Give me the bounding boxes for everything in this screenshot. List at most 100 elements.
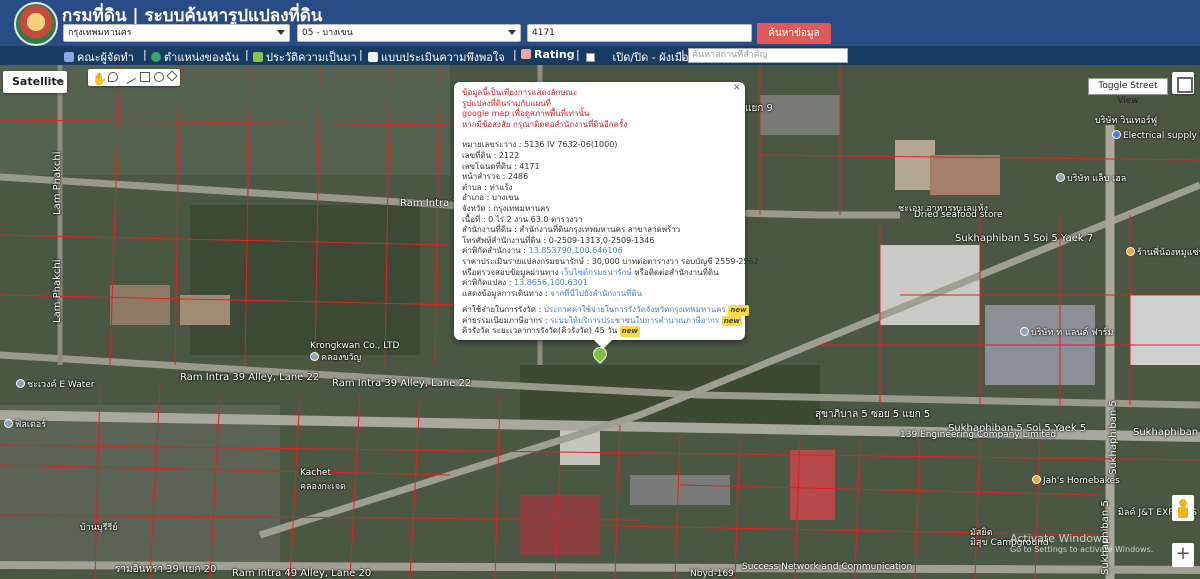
treasury-website-link[interactable]: เว็บไซต์กรมธนารักษ์ <box>561 268 632 277</box>
place-label-name: ฟิลเตอร์ <box>15 420 47 430</box>
parcel-number-input[interactable]: 4171 <box>527 24 752 42</box>
map-pin-icon <box>1020 327 1029 336</box>
road-label: Ram Intra 49 Alley, Lane 20 <box>232 568 372 579</box>
hand-icon[interactable]: ✋ <box>92 72 107 86</box>
field-value: บางเขน <box>491 193 520 203</box>
new-badge: new <box>721 315 742 327</box>
field-value: 4171 <box>519 161 540 171</box>
field-label: ตำบล <box>462 182 482 192</box>
nav-history-label: ประวัติความเป็นมา <box>266 51 357 64</box>
place-label: Kachet <box>300 468 331 478</box>
chevron-down-icon <box>508 30 516 35</box>
drawing-toolbar: ✋ <box>88 69 180 86</box>
field-deed-number: เลขโฉนดที่ดิน : 4171 <box>462 161 540 171</box>
place-label: Success Network and Communication <box>742 562 912 572</box>
map-type-button[interactable]: Satellite <box>3 71 67 93</box>
toggle-street-view-button[interactable]: Toggle Street View <box>1088 78 1168 106</box>
field-tax-fee: ค่าธรรมเนียมภาษีอากร : ระบบให้บริการประช… <box>462 315 742 327</box>
nav-team[interactable]: คณะผู้จัดทำ <box>64 48 134 66</box>
place-label: ชะเวงค์ E Water <box>16 377 95 391</box>
field-survey-fee: ค่าใช้จ่ายในการรังวัด : ประกาศค่าใช้จ่าย… <box>462 305 749 316</box>
chart-icon <box>521 49 531 59</box>
place-label-name: Dried seafood store <box>914 210 1003 220</box>
marker-tool-icon[interactable] <box>108 72 118 82</box>
city-plan-checkbox[interactable] <box>586 53 595 62</box>
map-pin-icon <box>4 419 13 428</box>
satellite-map[interactable]: Ram Intra 39 Alley, Lane 22 Ram Intra 39… <box>0 65 1200 579</box>
nav-my-location[interactable]: ตำแหน่งของฉัน <box>151 48 239 66</box>
place-label-name: ร้านพี่น้องหมูแซ่บ <box>1137 248 1200 258</box>
nav-rating[interactable]: Rating <box>521 48 575 61</box>
field-land-office: สำนักงานที่ดิน : สำนักงานที่ดินกรุงเทพมห… <box>462 225 681 235</box>
circle-tool-icon[interactable] <box>154 72 164 82</box>
place-label: 139 Engineering Company Limited <box>900 430 1056 440</box>
polyline-tool-icon[interactable] <box>122 70 136 84</box>
office-coordinate-link[interactable]: 13.853790,100.646106 <box>529 246 623 255</box>
nav-separator: | <box>143 48 147 61</box>
place-label: Jah's Homebakes <box>1032 475 1120 486</box>
place-label-name: Success Network and Communication <box>742 562 913 572</box>
nav-survey[interactable]: แบบประเมินความพึงพอใจ <box>368 48 505 66</box>
map-pin-icon <box>310 352 319 361</box>
province-select-value: กรุงเทพมหานคร <box>68 28 132 38</box>
nav-history[interactable]: ประวัติความเป็นมา <box>253 48 357 66</box>
nav-separator: | <box>513 48 517 61</box>
nav-team-label: คณะผู้จัดทำ <box>77 51 134 64</box>
field-label: แสดงข้อมูลการเดินทาง <box>462 288 543 298</box>
field-value: ท่าแร้ง <box>489 182 513 192</box>
chevron-down-icon <box>56 80 62 84</box>
field-value: คิวรังวัด ระยะเวลาการรังวัด(คิวรังวัด) 4… <box>462 326 618 336</box>
place-label: คลองกะเจด <box>300 479 346 493</box>
field-parcel-coordinate: ค่าพิกัดแปลง : 13.8656,100.6301 <box>462 278 588 288</box>
place-label-name: 139 Engineering Company Limited <box>900 430 1057 440</box>
place-label-name: คลองขวัญ <box>321 353 362 363</box>
place-search-input[interactable]: ค้นหาสถานที่สำคัญ <box>688 48 848 63</box>
tax-calculator-link[interactable]: ระบบให้บริการประชาชนในการคำนวณภาษีอากร <box>550 316 719 325</box>
place-label-name: ชะเวงค์ E Water <box>27 380 95 390</box>
road-label: รามอินทรา 39 แยก 20 <box>115 564 217 575</box>
search-button[interactable]: ค้นหาข้อมูล <box>757 23 831 44</box>
rectangle-tool-icon[interactable] <box>140 72 150 82</box>
popup-notice-line: หากมีข้อสงสัย กรุณาติดต่อสำนักงานที่ดินอ… <box>462 119 628 129</box>
fullscreen-icon[interactable] <box>1172 72 1194 94</box>
route-to-office-link[interactable]: จากที่นี่ไปยังสำนักงานที่ดิน <box>550 289 642 298</box>
field-label: หรือติดต่อสำนักงานที่ดิน <box>634 267 719 277</box>
survey-fee-link[interactable]: ประกาศค่าใช้จ่ายในการรังวัดจังหวัดกรุงเท… <box>544 305 726 314</box>
field-office-coordinate: ค่าพิกัดสำนักงาน : 13.853790,100.646106 <box>462 246 623 256</box>
polygon-tool-icon[interactable] <box>166 70 178 82</box>
parcel-marker-icon[interactable] <box>593 347 605 363</box>
field-label: เลขโฉนดที่ดิน <box>462 161 512 171</box>
place-label-name: Electrical supply store <box>1123 131 1200 141</box>
province-select[interactable]: กรุงเทพมหานคร <box>63 24 290 42</box>
field-route: แสดงข้อมูลการเดินทาง : จากที่นี่ไปยังสำน… <box>462 288 643 298</box>
store-pin-icon <box>1112 130 1121 139</box>
new-badge: new <box>728 305 749 316</box>
field-survey-queue: คิวรังวัด ระยะเวลาการรังวัด(คิวรังวัด) 4… <box>462 326 737 338</box>
road-label: Ram Intra 39 Alley, Lane 22 <box>180 372 320 383</box>
field-label: หมายเลขระวาง <box>462 140 517 150</box>
close-icon[interactable]: × <box>733 82 741 94</box>
place-label-name: Jah's Homebakes <box>1043 476 1120 486</box>
restaurant-pin-icon <box>1126 247 1135 256</box>
place-label: Dried seafood store <box>914 210 1003 220</box>
district-select[interactable]: 05 - บางเขน <box>297 24 521 42</box>
parcel-coordinate-link[interactable]: 13.8656,100.6301 <box>514 278 588 287</box>
zoom-in-button[interactable]: + <box>1172 543 1194 567</box>
place-label-name: Nbyd-169 <box>690 569 734 579</box>
pegman-icon[interactable] <box>1172 495 1194 521</box>
field-subdistrict: ตำบล : ท่าแร้ง <box>462 182 513 192</box>
field-value: กรุงเทพมหานคร <box>493 203 550 213</box>
city-plan-toggle[interactable]: เปิด/ปิด - ผังเมือง <box>586 48 694 66</box>
road-label: Sukhaphiban 5 Soi 5 Yaek 7 <box>955 233 1094 244</box>
field-province: จังหวัด : กรุงเทพมหานคร <box>462 203 550 213</box>
place-label-name: บริษัท แล็บ เฮล <box>1067 174 1127 184</box>
place-label: บริษัท วินเทอร์ฟู <box>1095 113 1157 127</box>
place-label: ร้านพี่น้องหมูแซ่บ <box>1126 245 1200 259</box>
parcel-number-value: 4171 <box>532 28 555 38</box>
field-label: เลขที่ดิน <box>462 150 492 160</box>
place-label-name: บ้านบุรีรีย์ <box>80 523 118 533</box>
nav-rating-label: Rating <box>534 48 575 61</box>
district-select-value: 05 - บางเขน <box>302 28 353 38</box>
place-label: ฟิลเตอร์ <box>4 417 46 431</box>
road-label: Sukhaphiban 5 <box>1108 400 1119 475</box>
